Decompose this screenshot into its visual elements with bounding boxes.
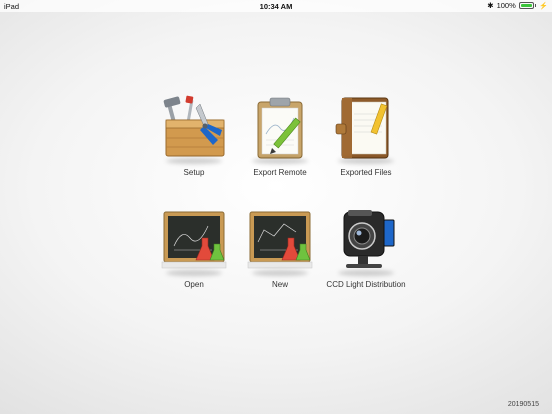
bluetooth-icon: ✱ (487, 1, 494, 10)
version-label: 20190515 (507, 401, 539, 408)
notebook-icon (330, 90, 402, 164)
status-right: ✱ 100% ⚡ (487, 1, 548, 10)
icon-shadow (338, 158, 394, 164)
icon-shadow (166, 270, 222, 276)
icon-shadow (252, 270, 308, 276)
icon-shadow (252, 158, 308, 164)
charging-icon: ⚡ (539, 2, 548, 10)
status-time: 10:34 AM (259, 2, 293, 11)
exported-files-button[interactable]: Exported Files (301, 90, 431, 177)
exported-files-label: Exported Files (340, 168, 392, 177)
battery-tip (534, 4, 537, 7)
status-bar: iPad 10:34 AM ✱ 100% ⚡ (0, 0, 552, 12)
ccd-light-distribution-label: CCD Light Distribution (326, 280, 406, 289)
icon-shadow (338, 270, 394, 276)
icon-shadow (166, 158, 222, 164)
ccd-light-distribution-button[interactable]: CCD Light Distribution (301, 202, 431, 289)
camcorder-icon (330, 202, 402, 276)
battery-icon (518, 2, 534, 9)
battery-percent: 100% (496, 1, 516, 10)
